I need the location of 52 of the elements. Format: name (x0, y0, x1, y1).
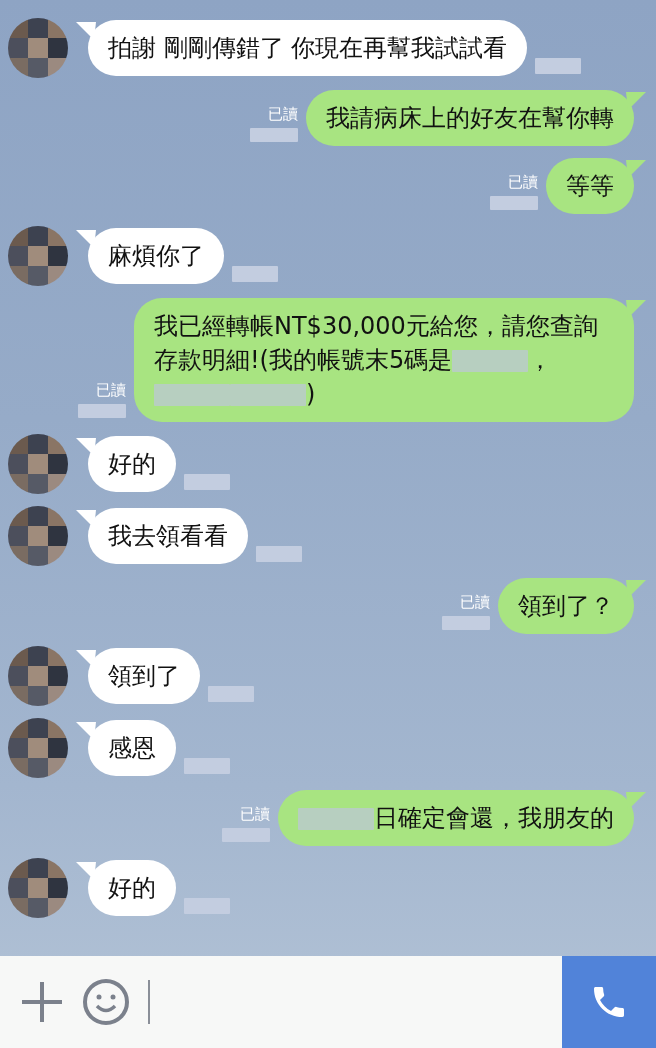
blurred-timestamp (184, 474, 230, 490)
avatar[interactable] (8, 18, 68, 78)
avatar[interactable] (8, 646, 68, 706)
avatar[interactable] (8, 226, 68, 286)
bubble-tail (76, 510, 96, 528)
blurred-timestamp (232, 266, 278, 282)
avatar[interactable] (8, 858, 68, 918)
sent-message-bubble: 日確定會還，我朋友的 (278, 790, 646, 846)
blurred-timestamp (184, 898, 230, 914)
read-receipt: 已讀 (96, 381, 126, 400)
received-message-bubble: 我去領看看 (76, 508, 248, 564)
blurred-timestamp (78, 404, 126, 418)
sent-message-bubble: 領到了？ (498, 578, 646, 634)
received-message-bubble: 拍謝 剛剛傳錯了 你現在再幫我試試看 (76, 20, 528, 76)
read-receipt: 已讀 (508, 173, 538, 192)
bubble-tail (76, 862, 96, 880)
blurred-timestamp (535, 58, 582, 74)
bubble-tail (626, 160, 646, 178)
bubble-tail (76, 22, 96, 40)
text-cursor (148, 980, 150, 1024)
call-button[interactable] (562, 956, 656, 1048)
blurred-timestamp (208, 686, 254, 702)
plus-icon[interactable] (20, 980, 64, 1024)
avatar[interactable] (8, 718, 68, 778)
sent-message-bubble: 等等 (546, 158, 646, 214)
blurred-timestamp (250, 128, 298, 142)
blurred-timestamp (184, 758, 230, 774)
blurred-timestamp (222, 828, 270, 842)
received-message-bubble: 好的 (76, 860, 176, 916)
received-message-bubble: 領到了 (76, 648, 200, 704)
blurred-timestamp (490, 196, 538, 210)
bubble-tail (76, 438, 96, 456)
read-receipt: 已讀 (268, 105, 298, 124)
read-receipt: 已讀 (460, 593, 490, 612)
bubble-tail (76, 650, 96, 668)
bubble-tail (76, 230, 96, 248)
blurred-timestamp (256, 546, 302, 562)
bubble-tail (626, 92, 646, 110)
sent-message-bubble: 我請病床上的好友在幫你轉 (306, 90, 646, 146)
emoji-icon[interactable] (82, 978, 130, 1026)
bubble-tail (626, 792, 646, 810)
received-message-bubble: 感恩 (76, 720, 176, 776)
sent-message-bubble: 我已經轉帳NT$30,000元給您，請您查詢存款明細!(我的帳號末5碼是 ， ) (134, 298, 646, 422)
bubble-tail (76, 722, 96, 740)
bubble-tail (626, 300, 646, 318)
read-receipt: 已讀 (240, 805, 270, 824)
received-message-bubble: 麻煩你了 (76, 228, 224, 284)
received-message-bubble: 好的 (76, 436, 176, 492)
blurred-timestamp (442, 616, 490, 630)
bubble-tail (626, 580, 646, 598)
avatar[interactable] (8, 434, 68, 494)
avatar[interactable] (8, 506, 68, 566)
